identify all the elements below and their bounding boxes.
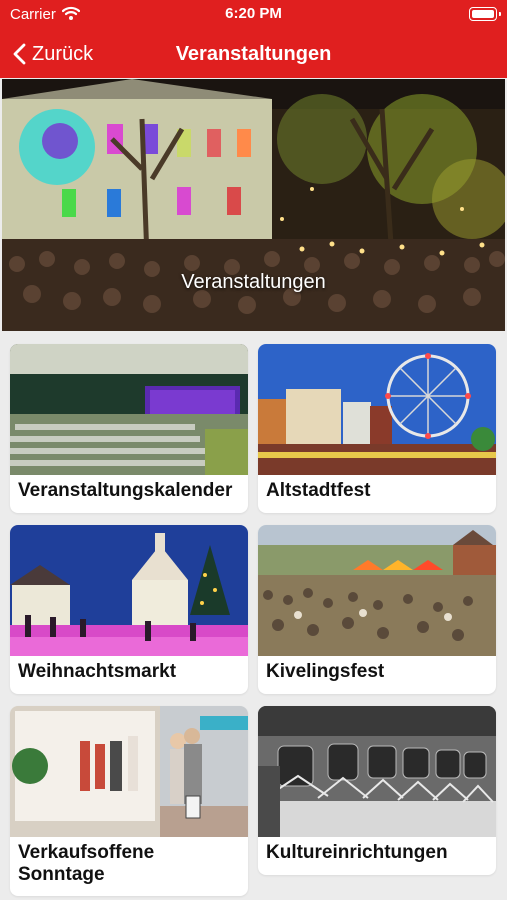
- tile-image: [10, 525, 248, 656]
- status-time: 6:20 PM: [225, 5, 282, 22]
- navigation-bar: Zurück Veranstaltungen: [0, 30, 507, 78]
- battery-icon: [469, 7, 501, 21]
- back-button[interactable]: Zurück: [12, 30, 93, 78]
- tile-image: [258, 344, 496, 475]
- hero-banner: Veranstaltungen: [2, 79, 505, 331]
- tile-image: [10, 344, 248, 475]
- tile-kivelingsfest[interactable]: Kivelingsfest: [258, 525, 496, 694]
- tile-label: Kivelingsfest: [266, 661, 385, 682]
- tile-weihnachtsmarkt[interactable]: Weihnachtsmarkt: [10, 525, 248, 694]
- back-button-label: Zurück: [32, 42, 94, 65]
- hero-title: Veranstaltungen: [181, 271, 326, 293]
- tile-altstadtfest[interactable]: Altstadtfest: [258, 344, 496, 513]
- status-bar: Carrier 6:20 PM: [0, 0, 507, 30]
- tile-label: Kultureinrichtungen: [266, 842, 448, 863]
- tile-label: Verkaufsoffene Sonntage: [18, 842, 155, 885]
- tile-kultureinrichtungen[interactable]: Kultureinrichtungen: [258, 706, 496, 875]
- tile-label: Altstadtfest: [266, 480, 371, 501]
- chevron-left-icon: [13, 43, 26, 65]
- tile-verkaufsoffene-sonntage[interactable]: Verkaufsoffene Sonntage: [10, 706, 248, 896]
- tile-image: [258, 525, 496, 656]
- tile-veranstaltungskalender[interactable]: Veranstaltungskalender: [10, 344, 248, 513]
- tile-label: Weihnachtsmarkt: [18, 661, 177, 682]
- tile-image: [258, 706, 496, 837]
- tile-image: [10, 706, 248, 837]
- tile-label: Veranstaltungskalender: [18, 480, 233, 501]
